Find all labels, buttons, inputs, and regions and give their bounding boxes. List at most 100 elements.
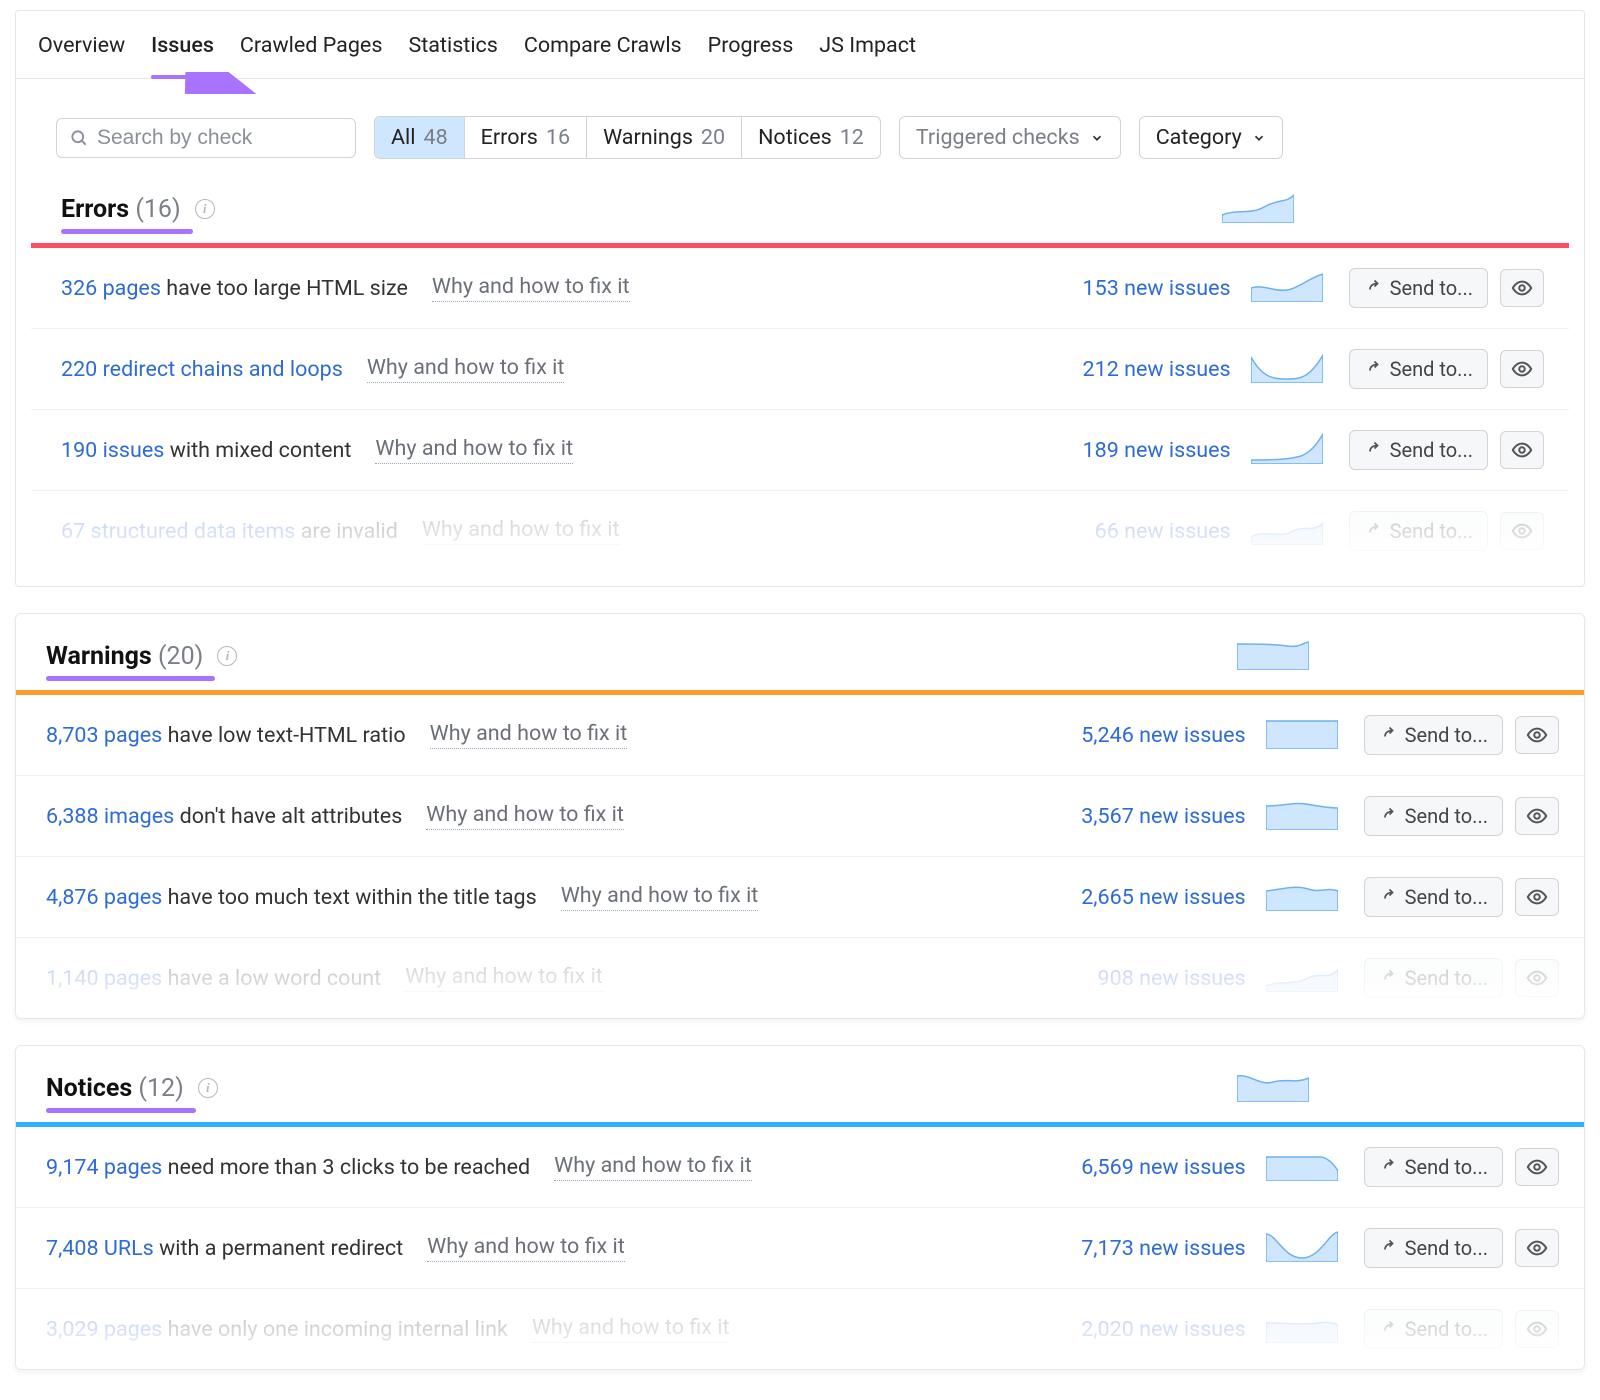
send-to-button[interactable]: Send to... — [1349, 268, 1488, 308]
issue-link[interactable]: 3,029 pages — [46, 1317, 162, 1342]
issue-row: 1,140 pages have a low word count Why and… — [16, 938, 1584, 1018]
why-how-fix-link[interactable]: Why and how to fix it — [405, 964, 603, 992]
share-arrow-icon — [1364, 441, 1382, 459]
view-button[interactable] — [1515, 1310, 1559, 1348]
send-to-button[interactable]: Send to... — [1364, 1147, 1503, 1187]
issue-link[interactable]: 326 pages — [61, 276, 161, 301]
share-arrow-icon — [1379, 888, 1397, 906]
eye-icon — [1526, 724, 1548, 746]
view-button[interactable] — [1500, 431, 1544, 469]
issue-link[interactable]: 6,388 images — [46, 804, 174, 829]
sparkline — [1266, 796, 1338, 830]
view-button[interactable] — [1500, 350, 1544, 388]
info-icon[interactable]: i — [195, 199, 215, 219]
view-button[interactable] — [1515, 1148, 1559, 1186]
sparkline — [1251, 511, 1323, 545]
send-to-button[interactable]: Send to... — [1364, 1228, 1503, 1268]
why-how-fix-link[interactable]: Why and how to fix it — [422, 517, 620, 545]
send-to-button[interactable]: Send to... — [1349, 511, 1488, 551]
warnings-panel: Warnings (20)i8,703 pages have low text-… — [15, 613, 1585, 1019]
new-issues-count[interactable]: 189 new issues — [1021, 438, 1231, 463]
category-dropdown[interactable]: Category — [1139, 116, 1283, 159]
issue-text: have only one incoming internal link — [162, 1317, 508, 1342]
issue-link[interactable]: 67 structured data items — [61, 519, 295, 544]
issue-row: 9,174 pages need more than 3 clicks to b… — [16, 1127, 1584, 1208]
issue-text: have a low word count — [162, 966, 381, 991]
search-icon — [69, 128, 89, 148]
new-issues-count[interactable]: 5,246 new issues — [1036, 723, 1246, 748]
new-issues-count[interactable]: 153 new issues — [1021, 276, 1231, 301]
why-how-fix-link[interactable]: Why and how to fix it — [430, 721, 628, 749]
dropdown-label: Category — [1156, 125, 1242, 150]
new-issues-count[interactable]: 6,569 new issues — [1036, 1155, 1246, 1180]
send-to-button[interactable]: Send to... — [1364, 958, 1503, 998]
view-button[interactable] — [1500, 269, 1544, 307]
tab-compare-crawls[interactable]: Compare Crawls — [524, 33, 682, 78]
filter-errors[interactable]: Errors 16 — [465, 117, 587, 158]
send-to-button[interactable]: Send to... — [1364, 715, 1503, 755]
issue-row: 7,408 URLs with a permanent redirectWhy … — [16, 1208, 1584, 1289]
issue-text: are invalid — [295, 519, 397, 544]
view-button[interactable] — [1515, 797, 1559, 835]
send-to-button[interactable]: Send to... — [1349, 349, 1488, 389]
why-how-fix-link[interactable]: Why and how to fix it — [426, 802, 624, 830]
sparkline — [1266, 1147, 1338, 1181]
issue-link[interactable]: 220 redirect chains and loops — [61, 357, 343, 382]
sparkline — [1266, 958, 1338, 992]
filter-warnings[interactable]: Warnings 20 — [587, 117, 742, 158]
why-how-fix-link[interactable]: Why and how to fix it — [432, 274, 630, 302]
issue-link[interactable]: 1,140 pages — [46, 966, 162, 991]
issue-link[interactable]: 8,703 pages — [46, 723, 162, 748]
send-to-button[interactable]: Send to... — [1349, 430, 1488, 470]
view-button[interactable] — [1500, 512, 1544, 550]
eye-icon — [1511, 520, 1533, 542]
new-issues-count[interactable]: 3,567 new issues — [1036, 804, 1246, 829]
filter-notices[interactable]: Notices 12 — [742, 117, 880, 158]
issue-link[interactable]: 4,876 pages — [46, 885, 162, 910]
search-box[interactable] — [56, 118, 356, 158]
issue-text: have too much text within the title tags — [162, 885, 536, 910]
section-title: Warnings (20) — [46, 642, 203, 671]
new-issues-count[interactable]: 908 new issues — [1036, 966, 1246, 991]
section-header-errors: Errors (16)i — [31, 181, 1569, 243]
new-issues-count[interactable]: 2,665 new issues — [1036, 885, 1246, 910]
why-how-fix-link[interactable]: Why and how to fix it — [375, 436, 573, 464]
issue-row: 67 structured data items are invalid Why … — [31, 491, 1569, 571]
send-to-button[interactable]: Send to... — [1364, 1309, 1503, 1349]
why-how-fix-link[interactable]: Why and how to fix it — [427, 1234, 625, 1262]
share-arrow-icon — [1379, 807, 1397, 825]
share-arrow-icon — [1379, 726, 1397, 744]
view-button[interactable] — [1515, 1229, 1559, 1267]
tab-progress[interactable]: Progress — [708, 33, 794, 78]
view-button[interactable] — [1515, 959, 1559, 997]
filter-all[interactable]: All 48 — [375, 117, 465, 158]
why-how-fix-link[interactable]: Why and how to fix it — [532, 1315, 730, 1343]
share-arrow-icon — [1379, 1320, 1397, 1338]
new-issues-count[interactable]: 2,020 new issues — [1036, 1317, 1246, 1342]
issue-row: 220 redirect chains and loops Why and how… — [31, 329, 1569, 410]
send-to-button[interactable]: Send to... — [1364, 796, 1503, 836]
why-how-fix-link[interactable]: Why and how to fix it — [367, 355, 565, 383]
info-icon[interactable]: i — [217, 646, 237, 666]
new-issues-count[interactable]: 66 new issues — [1021, 519, 1231, 544]
info-icon[interactable]: i — [198, 1078, 218, 1098]
view-button[interactable] — [1515, 716, 1559, 754]
new-issues-count[interactable]: 212 new issues — [1021, 357, 1231, 382]
chevron-down-icon — [1252, 131, 1266, 145]
issue-link[interactable]: 190 issues — [61, 438, 164, 463]
triggered-checks-dropdown[interactable]: Triggered checks — [899, 116, 1121, 159]
tab-overview[interactable]: Overview — [38, 33, 125, 78]
search-input[interactable] — [97, 126, 343, 150]
new-issues-count[interactable]: 7,173 new issues — [1036, 1236, 1246, 1261]
send-to-button[interactable]: Send to... — [1364, 877, 1503, 917]
eye-icon — [1511, 358, 1533, 380]
why-how-fix-link[interactable]: Why and how to fix it — [561, 883, 759, 911]
tab-issues[interactable]: Issues — [151, 33, 214, 78]
tab-js-impact[interactable]: JS Impact — [819, 33, 916, 78]
why-how-fix-link[interactable]: Why and how to fix it — [554, 1153, 752, 1181]
view-button[interactable] — [1515, 878, 1559, 916]
issue-link[interactable]: 7,408 URLs — [46, 1236, 154, 1261]
issue-link[interactable]: 9,174 pages — [46, 1155, 162, 1180]
tab-crawled-pages[interactable]: Crawled Pages — [240, 33, 383, 78]
tab-statistics[interactable]: Statistics — [408, 33, 497, 78]
